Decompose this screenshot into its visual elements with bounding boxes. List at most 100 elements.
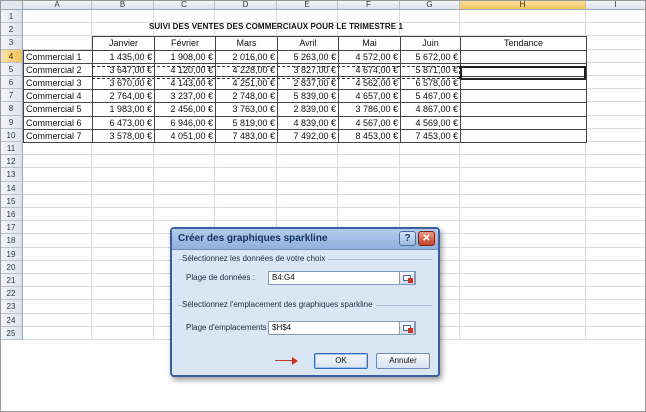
row-header-18[interactable]: 18 [0,234,23,248]
grid-cell[interactable] [400,168,460,182]
grid-cell[interactable] [338,208,400,222]
grid-cell[interactable] [23,36,92,50]
grid-cell[interactable] [92,274,154,288]
sales-value-cell[interactable]: 2 456,00 € [154,102,216,117]
grid-cell[interactable] [23,142,92,156]
column-header-h[interactable]: H [460,0,586,10]
salesperson-name-cell[interactable]: Commercial 5 [23,102,93,117]
grid-cell[interactable] [277,208,338,222]
row-header-6[interactable]: 6 [0,76,23,90]
grid-cell[interactable] [400,181,460,195]
grid-cell[interactable] [23,181,92,195]
grid-cell[interactable] [460,10,586,24]
sales-value-cell[interactable]: 3 763,00 € [215,102,278,117]
sales-value-cell[interactable]: 2 839,00 € [277,102,339,117]
grid-cell[interactable] [586,115,646,129]
sales-value-cell[interactable]: 7 492,00 € [277,128,339,143]
salesperson-name-cell[interactable]: Commercial 6 [23,115,93,130]
sales-value-cell[interactable]: 8 453,00 € [338,128,401,143]
sales-value-cell[interactable]: 7 453,00 € [400,128,461,143]
grid-cell[interactable] [586,89,646,103]
sales-value-cell[interactable]: 1 983,00 € [92,102,155,117]
grid-cell[interactable] [460,142,586,156]
sales-value-cell[interactable]: 1 908,00 € [154,49,216,64]
column-header-b[interactable]: B [92,0,154,10]
collapse-dialog-button[interactable] [399,271,415,285]
grid-cell[interactable] [154,194,215,208]
column-header-a[interactable]: A [23,0,92,10]
grid-cell[interactable] [215,208,277,222]
grid-cell[interactable] [92,142,154,156]
grid-cell[interactable] [92,168,154,182]
grid-cell[interactable] [92,155,154,169]
grid-cell[interactable] [215,142,277,156]
row-header-10[interactable]: 10 [0,128,23,142]
grid-cell[interactable] [23,300,92,314]
sales-value-cell[interactable]: 6 578,00 € [400,76,461,91]
grid-cell[interactable] [23,194,92,208]
grid-cell[interactable] [586,155,646,169]
grid-cell[interactable] [92,300,154,314]
help-button[interactable]: ? [399,231,416,246]
grid-cell[interactable] [460,194,586,208]
grid-cell[interactable] [215,181,277,195]
grid-cell[interactable] [23,10,92,24]
sales-value-cell[interactable]: 4 143,00 € [154,76,216,91]
grid-cell[interactable] [586,326,646,340]
row-header-17[interactable]: 17 [0,221,23,235]
ok-button[interactable]: OK [314,353,368,369]
trend-cell[interactable] [460,102,587,117]
grid-cell[interactable] [586,142,646,156]
grid-cell[interactable] [92,181,154,195]
grid-cell[interactable] [23,23,92,37]
grid-cell[interactable] [92,234,154,248]
grid-cell[interactable] [586,194,646,208]
column-header-c[interactable]: C [154,0,215,10]
grid-cell[interactable] [23,208,92,222]
row-header-15[interactable]: 15 [0,194,23,208]
grid-cell[interactable] [92,260,154,274]
grid-cell[interactable] [460,326,586,340]
grid-cell[interactable] [460,313,586,327]
sales-value-cell[interactable]: 5 467,00 € [400,89,461,104]
grid-cell[interactable] [154,168,215,182]
row-header-21[interactable]: 21 [0,274,23,288]
grid-cell[interactable] [586,274,646,288]
grid-cell[interactable] [23,221,92,235]
grid-cell[interactable] [460,300,586,314]
sales-value-cell[interactable]: 4 867,00 € [400,102,461,117]
sales-value-cell[interactable]: 4 251,00 € [215,76,278,91]
sales-value-cell[interactable]: 3 647,00 € [92,62,155,77]
sales-value-cell[interactable]: 1 435,00 € [92,49,155,64]
grid-cell[interactable] [338,194,400,208]
grid-cell[interactable] [338,142,400,156]
trend-cell[interactable] [460,128,587,143]
grid-cell[interactable] [23,168,92,182]
salesperson-name-cell[interactable]: Commercial 7 [23,128,93,143]
grid-cell[interactable] [586,102,646,116]
grid-cell[interactable] [586,287,646,301]
sales-value-cell[interactable]: 3 786,00 € [338,102,401,117]
grid-cell[interactable] [460,155,586,169]
grid-cell[interactable] [215,168,277,182]
sales-value-cell[interactable]: 6 946,00 € [154,115,216,130]
grid-cell[interactable] [460,274,586,288]
sales-value-cell[interactable]: 4 839,00 € [277,115,339,130]
trend-cell[interactable] [460,62,587,77]
grid-cell[interactable] [400,194,460,208]
salesperson-name-cell[interactable]: Commercial 4 [23,89,93,104]
trend-cell[interactable] [460,115,587,130]
grid-cell[interactable] [23,326,92,340]
row-header-11[interactable]: 11 [0,142,23,156]
grid-cell[interactable] [586,313,646,327]
sales-value-cell[interactable]: 3 237,00 € [154,89,216,104]
grid-cell[interactable] [92,221,154,235]
row-header-4[interactable]: 4 [0,49,23,63]
grid-cell[interactable] [586,181,646,195]
sales-value-cell[interactable]: 7 483,00 € [215,128,278,143]
row-header-22[interactable]: 22 [0,287,23,301]
grid-cell[interactable] [586,62,646,76]
row-header-24[interactable]: 24 [0,313,23,327]
salesperson-name-cell[interactable]: Commercial 3 [23,76,93,91]
sales-value-cell[interactable]: 3 578,00 € [92,128,155,143]
